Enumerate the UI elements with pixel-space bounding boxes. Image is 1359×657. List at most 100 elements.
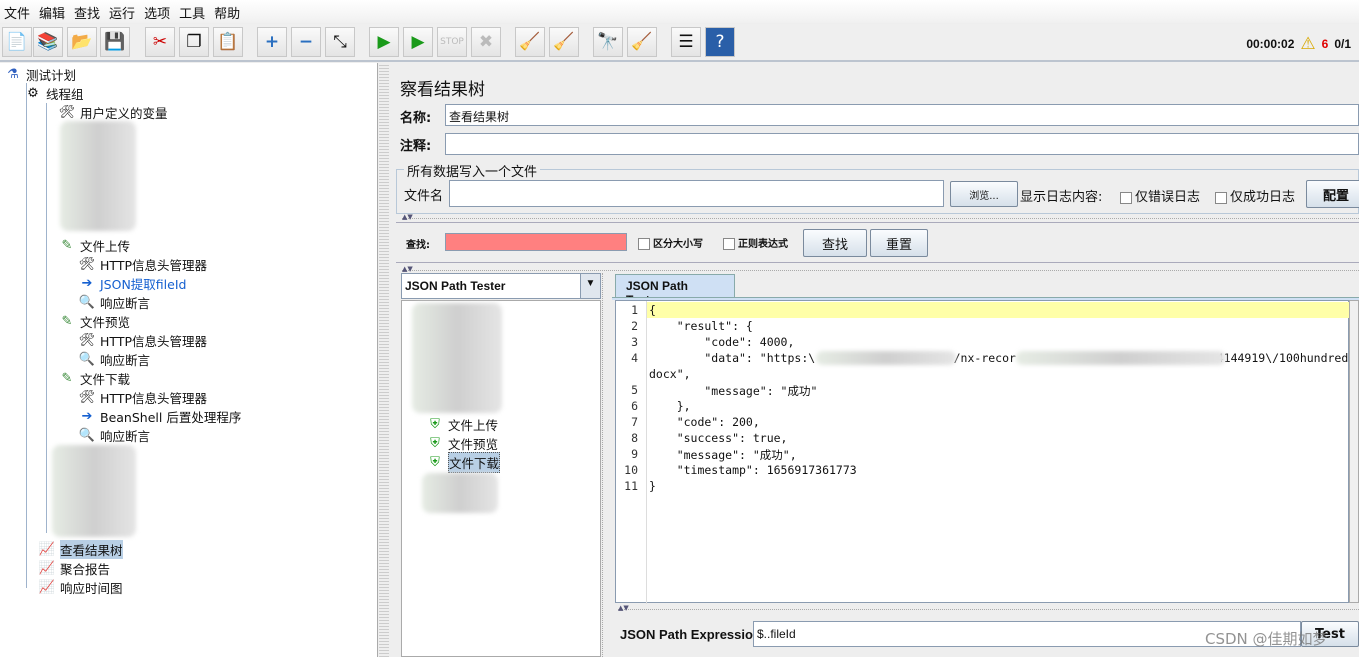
tree-node-header-manager[interactable]: 🛠 HTTP信息头管理器 [78, 331, 207, 350]
splitter[interactable] [379, 63, 389, 657]
menu-tools[interactable]: 工具 [175, 0, 210, 22]
search-input[interactable] [445, 233, 627, 251]
wrench-icon: 🛠 [78, 333, 96, 348]
menu-search[interactable]: 查找 [70, 0, 105, 22]
code-line: docx", [649, 367, 691, 381]
sampler-icon: ✎ [61, 238, 73, 253]
gear-icon: ⚙ [27, 86, 39, 101]
code-line: { [649, 303, 656, 317]
tree-node-header-manager[interactable]: 🛠 HTTP信息头管理器 [78, 388, 207, 407]
expression-label: JSON Path Expression [620, 627, 761, 642]
browse-button[interactable]: 浏览... [950, 181, 1018, 207]
stop-icon[interactable]: STOP [437, 27, 467, 57]
code-line: "code": 4000, [649, 335, 795, 349]
errors-only-checkbox[interactable]: 仅错误日志 [1120, 186, 1200, 205]
reset-button[interactable]: 重置 [870, 229, 928, 257]
open-icon[interactable]: 📂 [67, 27, 97, 57]
toolbar: 📄 📚 📂 💾 ✂ ❐ 📋 + − ⤡ ▶ ▶ STOP ✖ 🧹 🧹 🔭 🧹 ☰… [0, 24, 1359, 62]
clear-all-icon[interactable]: 🧹 [549, 27, 579, 57]
code-line: }, [649, 399, 691, 413]
paste-icon[interactable]: 📋 [213, 27, 243, 57]
graph-icon: 📈 [38, 580, 56, 595]
reset-search-icon[interactable]: 🧹 [627, 27, 657, 57]
result-item[interactable]: ⛨ 文件上传 [426, 415, 498, 434]
menu-file[interactable]: 文件 [0, 0, 35, 22]
tree-node-beanshell[interactable]: ➔ BeanShell 后置处理程序 [78, 407, 242, 426]
menu-bar: 文件 编辑 查找 运行 选项 工具 帮助 [0, 0, 1359, 23]
tree-node-assertion[interactable]: 🔍 响应断言 [78, 293, 150, 312]
response-code-area[interactable]: 1 {2 "result": {3 "code": 4000, 4 "data": … [615, 300, 1355, 604]
shutdown-icon[interactable]: ✖ [471, 27, 501, 57]
comment-input[interactable] [445, 133, 1359, 155]
graph-icon: 📈 [38, 542, 56, 557]
tree-node-upload[interactable]: ✎ 文件上传 [58, 236, 130, 255]
magnifier-icon: 🔍 [78, 295, 96, 310]
code-line: "timestamp": 1656917361773 [649, 463, 857, 477]
cut-icon[interactable]: ✂ [145, 27, 175, 57]
success-only-checkbox[interactable]: 仅成功日志 [1215, 186, 1295, 205]
expand-icon[interactable]: + [257, 27, 287, 57]
elapsed-time: 00:00:02 [1246, 37, 1295, 51]
menu-run[interactable]: 运行 [105, 0, 140, 22]
result-item-selected[interactable]: ⛨ 文件下载 [426, 452, 501, 473]
success-shield-icon: ⛨ [430, 436, 440, 451]
regex-checkbox[interactable]: 正则表达式 [723, 235, 788, 250]
filename-label: 文件名 [404, 189, 444, 204]
log-label: 显示日志内容: [1020, 190, 1103, 205]
search-label: 查找: [406, 240, 430, 251]
splitter-handle[interactable]: ▲▼ [402, 213, 1359, 221]
tab-json-path-tester[interactable]: JSON Path Tester [615, 274, 735, 307]
save-icon[interactable]: 💾 [100, 27, 130, 57]
thread-count: 0/1 [1334, 37, 1351, 51]
find-button[interactable]: 查找 [803, 229, 867, 257]
tree-node-view-results-tree[interactable]: 📈 查看结果树 [38, 540, 123, 559]
tree-node-user-vars[interactable]: 🛠 用户定义的变量 [58, 103, 168, 122]
result-item[interactable]: ⛨ 文件预览 [426, 434, 498, 453]
code-line: "message": "成功" [649, 384, 818, 398]
wrench-icon: 🛠 [78, 257, 96, 272]
line-number: 7 [631, 415, 638, 429]
splitter-handle[interactable]: ▲▼ [402, 265, 1359, 273]
toggle-icon[interactable]: ⤡ [325, 27, 355, 57]
renderer-select[interactable]: JSON Path Tester ▼ [401, 273, 601, 299]
function-helper-icon[interactable]: ☰ [671, 27, 701, 57]
status-area: 00:00:02 ⚠ 6 0/1 [1246, 34, 1351, 54]
search-icon[interactable]: 🔭 [593, 27, 623, 57]
success-shield-icon: ⛨ [430, 455, 440, 470]
tree-node-preview[interactable]: ✎ 文件预览 [58, 312, 130, 331]
code-scrollbar[interactable] [1349, 300, 1359, 603]
name-input[interactable]: 查看结果树 [445, 104, 1359, 126]
tree-node-json-extractor[interactable]: ➔ JSON提取fileId [78, 274, 187, 293]
copy-icon[interactable]: ❐ [179, 27, 209, 57]
configure-button[interactable]: 配置 [1306, 180, 1359, 208]
filename-input[interactable] [449, 180, 944, 207]
clear-icon[interactable]: 🧹 [515, 27, 545, 57]
menu-options[interactable]: 选项 [140, 0, 175, 22]
results-list: ⛨ 文件上传 ⛨ 文件预览 ⛨ 文件下载 [401, 300, 601, 657]
sampler-icon: ✎ [61, 371, 73, 386]
menu-edit[interactable]: 编辑 [35, 0, 70, 22]
line-number: 9 [631, 447, 638, 461]
splitter-handle[interactable]: ▲▼ [618, 604, 1359, 612]
help-icon[interactable]: ? [705, 27, 735, 57]
new-icon[interactable]: 📄 [2, 27, 32, 57]
tree-node-header-manager[interactable]: 🛠 HTTP信息头管理器 [78, 255, 207, 274]
tree-node-assertion[interactable]: 🔍 响应断言 [78, 426, 150, 445]
name-label: 名称: [400, 111, 432, 126]
tree-node-test-plan[interactable]: ⚗ 测试计划 [4, 65, 76, 84]
start-icon[interactable]: ▶ [369, 27, 399, 57]
line-number: 8 [631, 431, 638, 445]
case-sensitive-checkbox[interactable]: 区分大小写 [638, 235, 703, 250]
tree-node-response-time-graph[interactable]: 📈 响应时间图 [38, 578, 123, 597]
tree-node-assertion[interactable]: 🔍 响应断言 [78, 350, 150, 369]
menu-help[interactable]: 帮助 [210, 0, 245, 22]
tree-node-download[interactable]: ✎ 文件下载 [58, 369, 130, 388]
tree-node-aggregate-report[interactable]: 📈 聚合报告 [38, 559, 110, 578]
collapse-icon[interactable]: − [291, 27, 321, 57]
splitter-handle[interactable] [602, 273, 612, 657]
start-no-pause-icon[interactable]: ▶ [403, 27, 433, 57]
tree-node-thread-group[interactable]: ⚙ 线程组 [24, 84, 83, 103]
templates-icon[interactable]: 📚 [33, 27, 63, 57]
warning-count: 6 [1321, 37, 1329, 51]
warning-icon[interactable]: ⚠ [1300, 34, 1315, 54]
